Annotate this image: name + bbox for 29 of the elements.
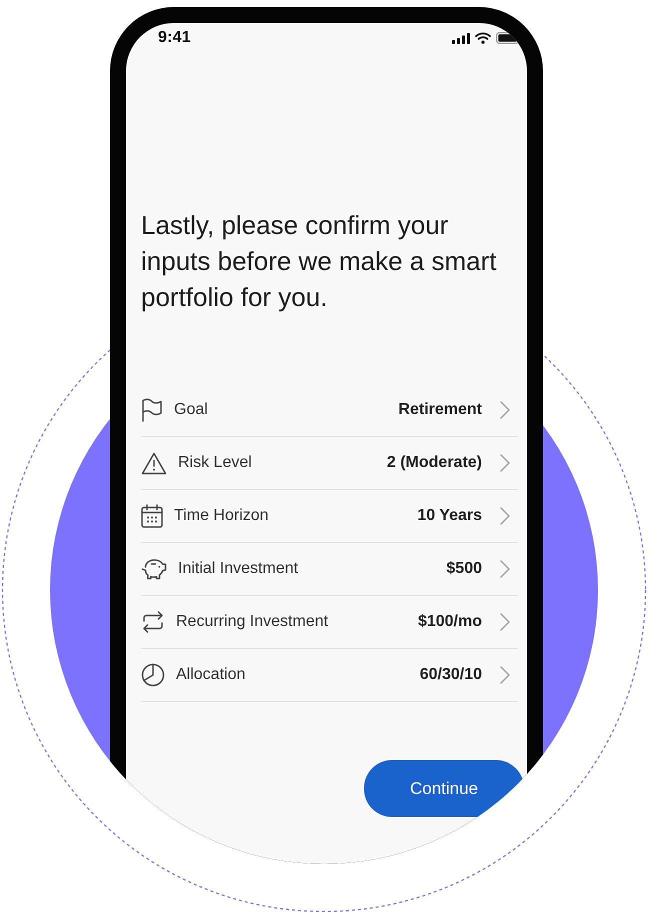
row-value: 2 (Moderate) [386, 454, 482, 472]
flag-icon [141, 398, 163, 422]
continue-button[interactable]: Continue [364, 760, 524, 817]
row-label: Goal [174, 401, 209, 419]
calendar-icon [141, 504, 163, 528]
repeat-icon [141, 611, 165, 633]
chevron-icon[interactable] [500, 560, 510, 578]
row-value: $100/mo [418, 613, 482, 631]
pie-chart-icon [141, 663, 165, 687]
row-label: Time Horizon [174, 507, 270, 525]
chevron-icon[interactable] [500, 454, 510, 472]
page-heading: Lastly, please confirm your inputs before we make a smart portfolio for you. [141, 209, 498, 314]
wifi-icon [475, 32, 491, 44]
status-time: 9:41 [158, 29, 191, 47]
chevron-icon[interactable] [500, 401, 510, 419]
row-value: 10 Years [417, 507, 482, 525]
row-value: Retirement [398, 401, 482, 419]
piggy-bank-icon [141, 558, 167, 580]
warning-icon [141, 452, 167, 474]
chevron-icon[interactable] [500, 507, 510, 525]
row-label: Initial Investment [178, 560, 300, 578]
row-label: Recurring Investment [176, 613, 330, 631]
signal-icon [452, 32, 470, 44]
chevron-icon[interactable] [500, 613, 510, 631]
row-value: $500 [446, 560, 482, 578]
row-label: Allocation [176, 666, 246, 684]
row-value: 60/30/10 [420, 666, 482, 684]
row-label: Risk Level [178, 454, 253, 472]
chevron-icon[interactable] [500, 666, 510, 684]
